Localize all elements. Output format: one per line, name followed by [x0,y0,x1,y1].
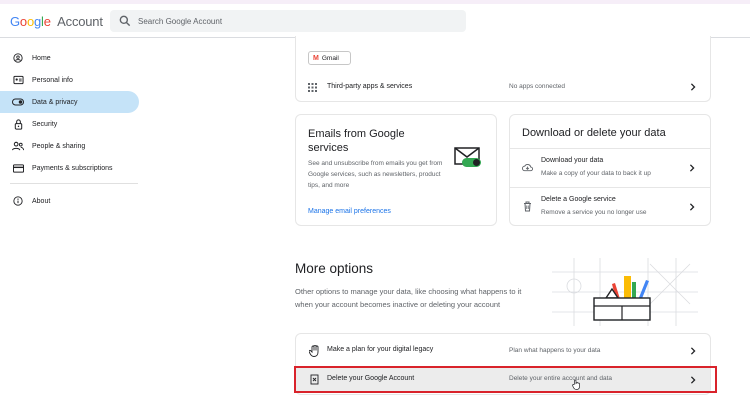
sidebar-item-label: Home [32,54,51,62]
sidebar-item-about[interactable]: About [0,190,139,212]
logo-letter: G [10,14,20,29]
chevron-right-icon [689,203,695,211]
header: Google Account [0,4,750,38]
toolbox-illustration [552,258,698,326]
sidebar-item-label: Payments & subscriptions [32,164,113,172]
cloud-download-icon [522,164,533,172]
logo-letter: o [26,14,34,29]
hand-icon [309,345,319,357]
gmail-chip-label: Gmail [321,54,339,62]
home-icon [12,52,24,64]
logo-letter: e [43,14,51,29]
lock-icon [12,118,24,130]
sidebar-item-security[interactable]: Security [0,113,139,135]
third-party-apps-label: Third-party apps & services [327,83,413,90]
sidebar-item-data-privacy[interactable]: Data & privacy [0,91,139,113]
sidebar-item-label: Security [32,120,58,128]
search-input[interactable] [138,13,458,29]
emails-card-title: Emails from Google services [308,128,405,154]
download-your-data-sub: Make a copy of your data to back it up [541,170,651,177]
sidebar-divider [10,183,138,184]
gmail-icon: M [313,54,319,62]
third-party-apps-row[interactable]: Third-party apps & services No apps conn… [296,74,710,100]
delete-account-highlight [294,366,717,393]
digital-legacy-title: Make a plan for your digital legacy [327,346,434,353]
id-card-icon [12,74,24,86]
download-your-data-title: Download your data [541,157,604,164]
toggle-icon [12,96,24,108]
credit-card-icon [12,162,24,174]
delete-google-service-title: Delete a Google service [541,196,616,203]
manage-email-preferences-link[interactable]: Manage email preferences [308,208,391,215]
chevron-right-icon [690,347,696,355]
sidebar: Home Personal info Data & privacy Securi… [0,47,145,212]
chevron-right-icon [689,164,695,172]
logo-suffix: Account [57,14,103,29]
search-bar[interactable] [110,10,466,32]
sidebar-item-payments[interactable]: Payments & subscriptions [0,157,139,179]
sidebar-item-label: About [32,197,51,205]
digital-legacy-row[interactable]: Make a plan for your digital legacy Plan… [296,338,710,365]
download-card-title: Download or delete your data [522,127,666,139]
sidebar-item-label: Personal info [32,76,73,84]
sidebar-item-people-sharing[interactable]: People & sharing [0,135,139,157]
sidebar-item-personal-info[interactable]: Personal info [0,69,139,91]
grid-icon [308,83,317,92]
email-toggle-icon [454,147,481,167]
search-icon[interactable] [118,14,132,28]
download-your-data-row[interactable]: Download your data Make a copy of your d… [510,148,710,186]
logo-letter: o [19,14,27,29]
emails-card-description: See and unsubscribe from emails you get … [308,160,443,189]
google-account-logo[interactable]: Google Account [10,14,103,29]
people-icon [12,140,24,152]
more-options-description: Other options to manage your data, like … [295,287,522,309]
sidebar-item-label: People & sharing [32,142,86,150]
third-party-apps-status: No apps connected [509,83,566,90]
info-icon [12,195,24,207]
logo-letter: g [33,14,42,29]
chevron-right-icon [690,83,696,91]
trash-icon [524,201,531,212]
sidebar-item-label: Data & privacy [32,98,78,106]
gmail-chip[interactable]: M Gmail [308,51,351,65]
delete-google-service-row[interactable]: Delete a Google service Remove a service… [510,187,710,225]
digital-legacy-sub: Plan what happens to your data [509,347,601,354]
emails-card: Emails from Google services See and unsu… [295,114,497,226]
delete-google-service-sub: Remove a service you no longer use [541,209,647,216]
sidebar-item-home[interactable]: Home [0,47,139,69]
more-options-title: More options [295,261,374,276]
